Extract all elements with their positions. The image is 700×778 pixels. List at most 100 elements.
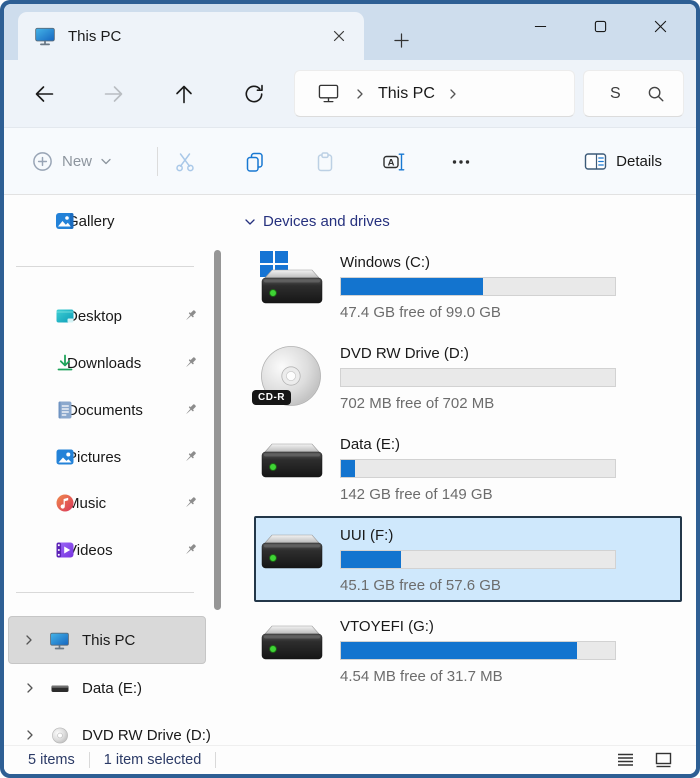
tab-title: This PC <box>68 27 122 45</box>
sidebar-item-desktop[interactable]: Desktop <box>10 298 220 334</box>
refresh-icon[interactable] <box>232 73 276 115</box>
details-view-icon[interactable] <box>614 749 636 771</box>
close-button[interactable] <box>630 6 690 46</box>
hdd-windows-icon <box>258 251 330 305</box>
sidebar-item-pictures[interactable]: Pictures <box>10 439 220 475</box>
search-icon[interactable] <box>647 85 665 103</box>
maximize-button[interactable] <box>570 6 630 46</box>
this-pc-monitor-icon <box>34 25 56 47</box>
details-button[interactable]: Details <box>578 143 668 179</box>
chevron-down-icon <box>245 218 255 225</box>
search-input[interactable]: S <box>610 85 621 103</box>
tab-close-icon[interactable] <box>326 23 352 49</box>
chevron-down-icon <box>101 158 111 164</box>
sidebar-scrollbar[interactable] <box>214 250 221 610</box>
new-button[interactable]: New <box>26 143 117 179</box>
drive-item-windows-c[interactable]: Windows (C:) 47.4 GB free of 99.0 GB <box>258 251 682 333</box>
forward-icon[interactable] <box>92 73 136 115</box>
breadcrumb-chevron-icon[interactable] <box>447 88 459 100</box>
address-monitor-icon <box>317 83 340 104</box>
free-space-text: 702 MB free of 702 MB <box>340 395 495 412</box>
titlebar: This PC <box>4 4 696 60</box>
chevron-right-icon[interactable] <box>23 634 35 646</box>
sidebar-item-videos[interactable]: Videos <box>10 532 220 568</box>
free-space-text: 45.1 GB free of 57.6 GB <box>340 577 501 594</box>
pictures-icon <box>55 447 75 467</box>
hdd-small-icon <box>50 678 70 698</box>
tab-this-pc[interactable]: This PC <box>18 12 364 60</box>
capacity-bar <box>340 641 616 660</box>
sidebar-item-label: This PC <box>82 631 136 649</box>
statusbar-divider <box>88 752 90 768</box>
sidebar-item-label: Pictures <box>67 448 122 466</box>
drive-item-data-e[interactable]: Data (E:) 142 GB free of 149 GB <box>258 435 682 515</box>
group-header-label: Devices and drives <box>263 213 390 230</box>
drive-item-vtoyefi-g[interactable]: VTOYEFI (G:) 4.54 MB free of 31.7 MB <box>258 617 682 697</box>
toolbar-divider <box>157 147 158 176</box>
this-pc-monitor-icon <box>49 630 70 651</box>
drive-name: UUI (F:) <box>340 527 394 544</box>
sidebar-item-downloads[interactable]: Downloads <box>10 345 220 381</box>
drive-name: Data (E:) <box>340 436 401 453</box>
sidebar-item-music[interactable]: Music <box>10 485 220 521</box>
up-icon[interactable] <box>162 73 206 115</box>
free-space-text: 142 GB free of 149 GB <box>340 486 493 503</box>
sidebar-item-gallery[interactable]: Gallery <box>10 203 220 239</box>
chevron-right-icon[interactable] <box>24 729 36 741</box>
optical-disc-icon: CD-R <box>252 345 330 409</box>
drive-name: DVD RW Drive (D:) <box>340 345 469 362</box>
sidebar-item-this-pc[interactable]: This PC <box>8 616 206 664</box>
drive-name: VTOYEFI (G:) <box>340 618 434 635</box>
status-bar: 5 items 1 item selected <box>4 745 696 774</box>
more-options-icon[interactable] <box>440 141 482 183</box>
sidebar-item-documents[interactable]: Documents <box>10 392 220 428</box>
disc-small-icon <box>50 725 70 745</box>
documents-icon <box>55 400 75 420</box>
copy-icon[interactable] <box>234 141 276 183</box>
videos-icon <box>55 540 75 560</box>
capacity-bar <box>340 459 616 478</box>
group-header-devices-and-drives[interactable]: Devices and drives <box>244 213 390 230</box>
free-space-text: 4.54 MB free of 31.7 MB <box>340 668 503 685</box>
items-count: 5 items <box>28 752 75 768</box>
hdd-icon <box>258 617 330 669</box>
paste-icon[interactable] <box>304 141 346 183</box>
breadcrumb-chevron-icon[interactable] <box>354 88 366 100</box>
sidebar-divider <box>16 266 194 267</box>
address-bar[interactable]: This PC <box>294 70 575 117</box>
drive-item-dvd-d[interactable]: CD-R DVD RW Drive (D:) 702 MB free of 70… <box>252 344 682 424</box>
command-bar: New A Details <box>4 128 696 195</box>
free-space-text: 47.4 GB free of 99.0 GB <box>340 304 501 321</box>
cut-icon[interactable] <box>164 141 206 183</box>
breadcrumb[interactable]: This PC <box>378 85 435 103</box>
drive-item-uui-f[interactable]: UUI (F:) 45.1 GB free of 57.6 GB <box>258 526 682 606</box>
selected-count: 1 item selected <box>103 752 202 768</box>
desktop-icon <box>55 306 75 326</box>
items-view: Devices and drives Windows (C:) 47.4 GB … <box>230 195 696 745</box>
back-icon[interactable] <box>22 73 66 115</box>
sidebar-item-label: Documents <box>67 401 143 419</box>
statusbar-divider <box>215 752 217 768</box>
sidebar-item-data-e[interactable]: Data (E:) <box>10 670 220 706</box>
capacity-bar <box>340 277 616 296</box>
file-explorer-window: This PC This PC S New A Details Gallery … <box>0 0 700 778</box>
search-box[interactable]: S <box>583 70 684 117</box>
large-icons-view-icon[interactable] <box>652 749 674 771</box>
pin-icon <box>184 543 198 557</box>
pin-icon <box>184 403 198 417</box>
minimize-button[interactable] <box>510 6 570 46</box>
music-icon <box>55 493 75 513</box>
navigation-bar: This PC S <box>4 60 696 128</box>
pin-icon <box>184 309 198 323</box>
window-controls <box>510 6 690 46</box>
pin-icon <box>184 450 198 464</box>
navigation-pane: Gallery Desktop Downloads Documents Pict… <box>4 195 230 745</box>
new-tab-button[interactable] <box>386 25 416 55</box>
rename-icon[interactable]: A <box>372 141 414 183</box>
chevron-right-icon[interactable] <box>24 682 36 694</box>
plus-circle-icon <box>33 151 52 171</box>
pin-icon <box>184 356 198 370</box>
sidebar-item-dvd-drive[interactable]: DVD RW Drive (D:) <box>10 717 220 745</box>
capacity-bar <box>340 368 616 387</box>
hdd-icon <box>258 526 330 578</box>
